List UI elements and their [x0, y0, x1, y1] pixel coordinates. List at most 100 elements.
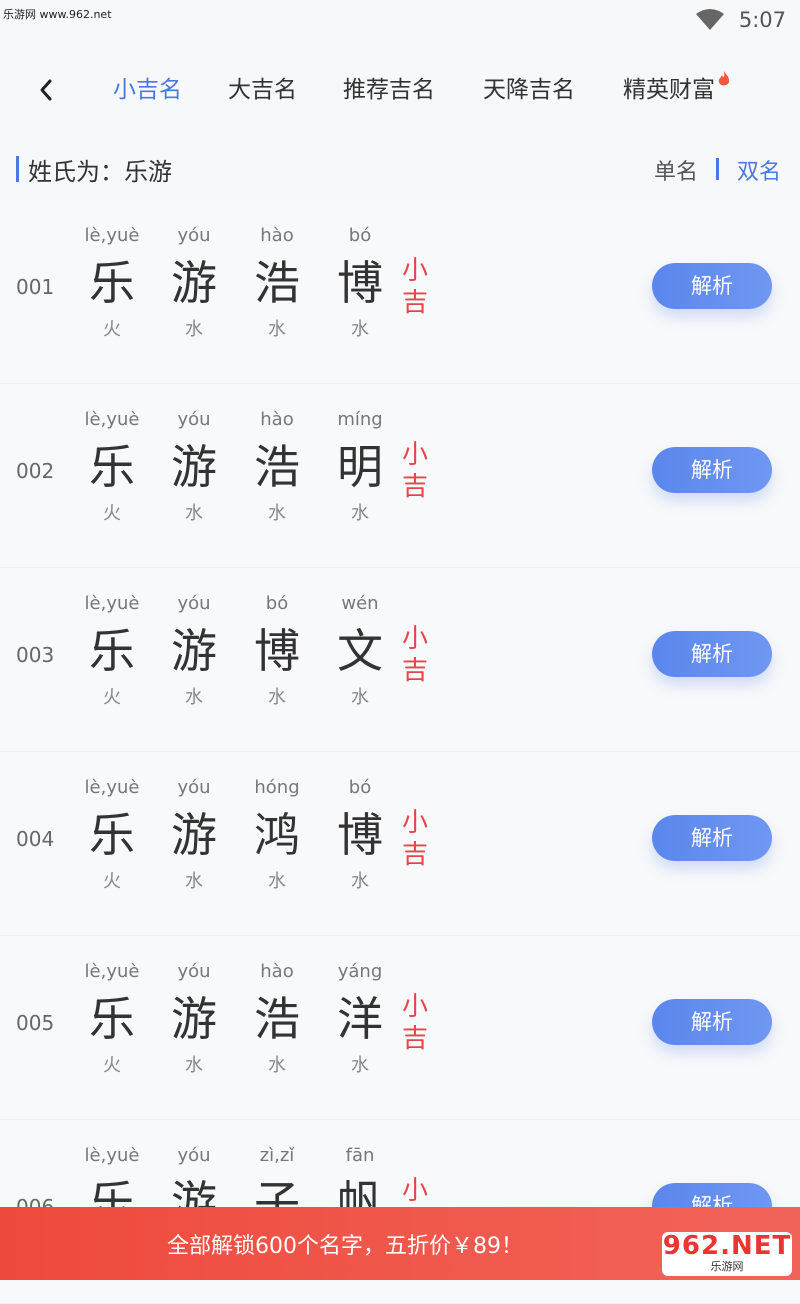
name-row: 003 lè,yuè 乐 火 yóu 游 水 bó 博 水 wén 文 水 小 …	[0, 568, 800, 752]
tab-small-lucky[interactable]: 小吉名	[113, 70, 182, 104]
char-hanzi: 游	[171, 992, 217, 1046]
tab-elite-wealth[interactable]: 精英财富	[623, 70, 731, 104]
char-pinyin: míng	[337, 409, 383, 430]
back-button[interactable]	[30, 74, 62, 106]
name-index: 003	[16, 643, 55, 667]
char-element: 水	[351, 319, 369, 340]
grade-label: 小 吉	[400, 807, 430, 871]
char-column: lè,yuè 乐 火	[70, 592, 154, 710]
unlock-banner-text: 全部解锁600个名字，五折价￥89！	[167, 1233, 523, 1259]
char-column: yóu 游 水	[152, 960, 236, 1078]
char-pinyin: lè,yuè	[84, 225, 140, 246]
char-column: lè,yuè 乐 火	[70, 776, 154, 894]
char-column: hào 浩 水	[235, 408, 319, 526]
char-pinyin: lè,yuè	[84, 961, 140, 982]
name-index: 004	[16, 827, 55, 851]
char-hanzi: 博	[337, 808, 383, 862]
surname-row: 姓氏为：乐游 单名 双名	[0, 148, 800, 192]
grade-char: 小	[401, 256, 428, 286]
char-column: yáng 洋 水	[318, 960, 402, 1078]
char-column: lè,yuè 乐 火	[70, 408, 154, 526]
name-row: 001 lè,yuè 乐 火 yóu 游 水 hào 浩 水 bó 博 水 小 …	[0, 200, 800, 384]
char-column: yóu 游 水	[152, 224, 236, 342]
char-hanzi: 游	[171, 256, 217, 310]
char-column: bó 博 水	[318, 776, 402, 894]
grade-char: 小	[401, 992, 428, 1022]
char-element: 火	[103, 1055, 121, 1076]
char-element: 水	[268, 871, 286, 892]
watermark-logo-subtitle: 乐游网	[710, 1260, 744, 1273]
char-element: 火	[103, 319, 121, 340]
char-pinyin: hào	[260, 409, 294, 430]
char-element: 水	[185, 687, 203, 708]
name-index: 005	[16, 1011, 55, 1035]
char-element: 水	[351, 503, 369, 524]
char-pinyin: lè,yuè	[84, 1145, 140, 1166]
name-list: 001 lè,yuè 乐 火 yóu 游 水 hào 浩 水 bó 博 水 小 …	[0, 200, 800, 1304]
grade-char: 吉	[401, 1024, 428, 1054]
char-hanzi: 乐	[89, 256, 135, 310]
char-hanzi: 明	[337, 440, 383, 494]
char-pinyin: fān	[345, 1145, 375, 1166]
grade-label: 小 吉	[400, 991, 430, 1055]
char-hanzi: 乐	[89, 992, 135, 1046]
char-element: 水	[268, 319, 286, 340]
grade-label: 小 吉	[400, 623, 430, 687]
analyze-button[interactable]: 解析	[652, 447, 772, 493]
char-column: hóng 鸿 水	[235, 776, 319, 894]
tab-big-lucky[interactable]: 大吉名	[228, 70, 297, 104]
char-column: wén 文 水	[318, 592, 402, 710]
char-element: 水	[185, 871, 203, 892]
char-hanzi: 乐	[89, 808, 135, 862]
char-hanzi: 浩	[254, 256, 300, 310]
single-name-option[interactable]: 单名	[654, 154, 698, 186]
analyze-button[interactable]: 解析	[652, 631, 772, 677]
grade-char: 小	[401, 1176, 428, 1206]
char-pinyin: lè,yuè	[84, 777, 140, 798]
char-pinyin: bó	[265, 593, 289, 614]
grade-char: 吉	[401, 656, 428, 686]
tab-heaven-sent[interactable]: 天降吉名	[483, 70, 575, 104]
char-element: 水	[185, 1055, 203, 1076]
analyze-button[interactable]: 解析	[652, 999, 772, 1045]
status-bar: 5:07	[0, 0, 800, 40]
name-row: 002 lè,yuè 乐 火 yóu 游 水 hào 浩 水 míng 明 水 …	[0, 384, 800, 568]
name-index: 001	[16, 275, 55, 299]
char-pinyin: yáng	[337, 961, 383, 982]
double-name-option[interactable]: 双名	[737, 154, 781, 186]
char-column: yóu 游 水	[152, 776, 236, 894]
char-pinyin: yóu	[177, 225, 211, 246]
analyze-button[interactable]: 解析	[652, 263, 772, 309]
name-row: 005 lè,yuè 乐 火 yóu 游 水 hào 浩 水 yáng 洋 水 …	[0, 936, 800, 1120]
char-column: yóu 游 水	[152, 592, 236, 710]
grade-char: 小	[401, 624, 428, 654]
analyze-button[interactable]: 解析	[652, 815, 772, 861]
char-column: lè,yuè 乐 火	[70, 960, 154, 1078]
char-element: 火	[103, 871, 121, 892]
top-nav: 小吉名 大吉名 推荐吉名 天降吉名 精英财富	[0, 60, 800, 116]
char-element: 水	[351, 871, 369, 892]
char-element: 水	[268, 1055, 286, 1076]
grade-label: 小 吉	[400, 439, 430, 503]
name-index: 002	[16, 459, 55, 483]
char-pinyin: hóng	[254, 777, 300, 798]
char-pinyin: hào	[260, 225, 294, 246]
tab-recommended[interactable]: 推荐吉名	[343, 70, 435, 104]
char-element: 水	[185, 319, 203, 340]
char-element: 水	[268, 503, 286, 524]
char-element: 水	[351, 1055, 369, 1076]
wifi-icon	[695, 9, 724, 30]
char-hanzi: 乐	[89, 440, 135, 494]
fire-icon	[718, 71, 730, 86]
option-divider	[716, 158, 719, 180]
char-element: 水	[185, 503, 203, 524]
grade-char: 吉	[401, 288, 428, 318]
char-pinyin: yóu	[177, 1145, 211, 1166]
char-column: míng 明 水	[318, 408, 402, 526]
grade-char: 吉	[401, 472, 428, 502]
char-pinyin: bó	[348, 225, 372, 246]
char-column: bó 博 水	[318, 224, 402, 342]
grade-char: 小	[401, 808, 428, 838]
char-hanzi: 游	[171, 624, 217, 678]
char-column: yóu 游 水	[152, 408, 236, 526]
